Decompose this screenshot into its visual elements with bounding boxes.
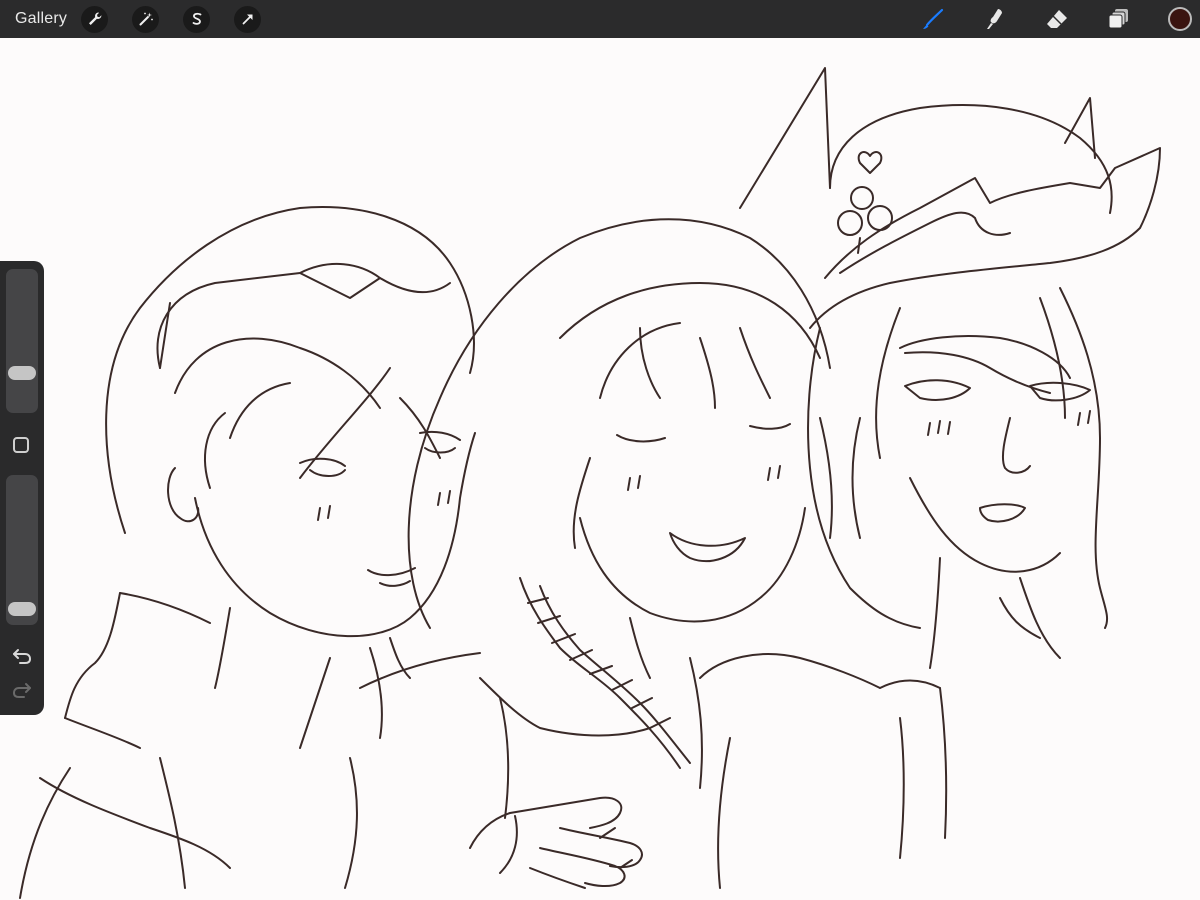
undo-icon bbox=[13, 649, 32, 664]
adjustments-button[interactable] bbox=[132, 5, 160, 33]
selection-s-icon bbox=[192, 12, 201, 25]
gallery-button[interactable]: Gallery bbox=[15, 10, 67, 28]
arrow-cursor-icon bbox=[242, 14, 253, 25]
eraser-icon bbox=[1047, 10, 1067, 28]
line-art-drawing bbox=[19, 67, 1161, 899]
layers-button[interactable] bbox=[1106, 6, 1132, 32]
right-toolbar bbox=[920, 0, 1200, 38]
brush-icon bbox=[923, 8, 944, 29]
color-picker-button[interactable] bbox=[1168, 7, 1192, 31]
smudge-icon bbox=[987, 9, 1002, 29]
redo-button[interactable] bbox=[10, 679, 34, 701]
redo-icon bbox=[12, 683, 31, 698]
smudge-button[interactable] bbox=[982, 6, 1008, 32]
modify-button[interactable] bbox=[13, 437, 29, 453]
brush-button[interactable] bbox=[920, 6, 946, 32]
brush-size-thumb[interactable] bbox=[8, 365, 36, 380]
transform-button[interactable] bbox=[234, 5, 262, 33]
selection-button[interactable] bbox=[183, 5, 211, 33]
actions-button[interactable] bbox=[81, 5, 109, 33]
undo-button[interactable] bbox=[10, 645, 34, 667]
top-toolbar: Gallery bbox=[0, 0, 1200, 38]
opacity-slider[interactable] bbox=[6, 475, 38, 625]
brush-size-slider[interactable] bbox=[6, 269, 38, 413]
eraser-button[interactable] bbox=[1044, 6, 1070, 32]
wrench-icon bbox=[88, 12, 101, 25]
opacity-thumb[interactable] bbox=[8, 602, 36, 617]
magic-wand-icon bbox=[139, 12, 153, 26]
drawing-canvas[interactable] bbox=[0, 38, 1200, 900]
brush-sidebar bbox=[0, 261, 44, 715]
layers-icon bbox=[1108, 9, 1128, 29]
